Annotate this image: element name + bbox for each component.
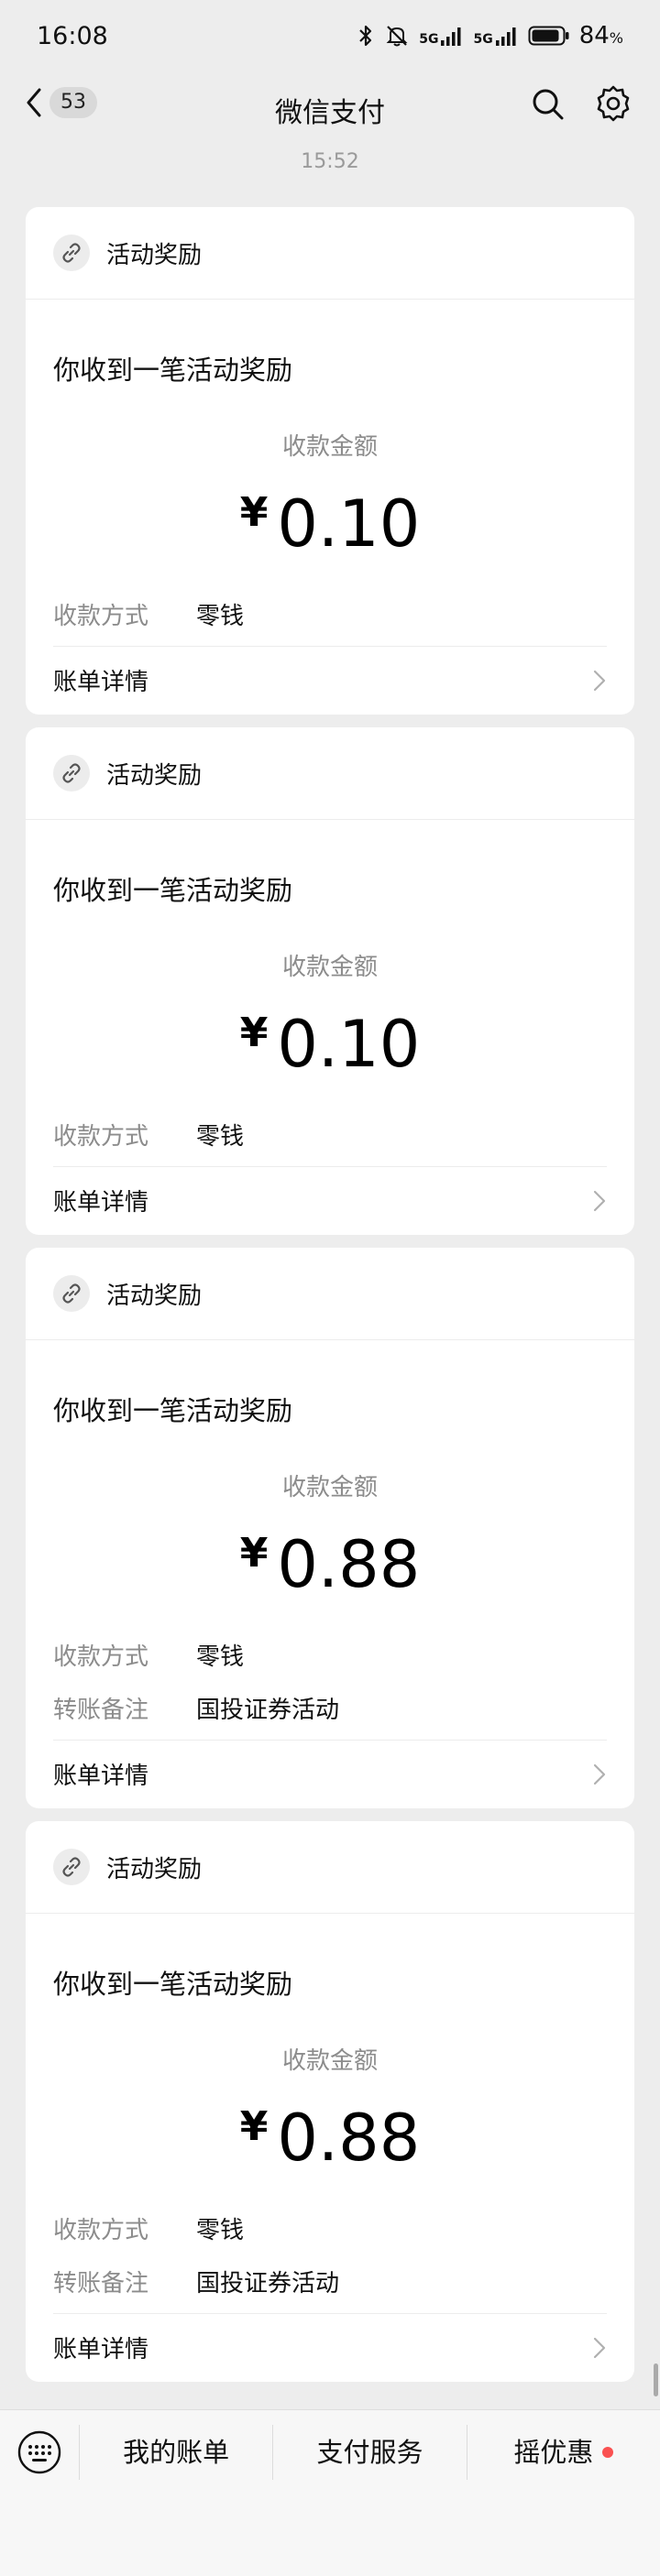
network-type-1: 5G: [419, 32, 439, 47]
amount: ¥0.10: [26, 486, 634, 562]
battery-unit: %: [609, 29, 623, 47]
payment-method-label: 收款方式: [53, 2217, 149, 2244]
link-icon: [53, 235, 90, 271]
nav-bar: 53 微信支付: [0, 71, 660, 136]
signal-2-icon: 5G: [473, 26, 518, 46]
menu-my-bills[interactable]: 我的账单: [79, 2424, 272, 2480]
battery-icon: [528, 26, 569, 46]
bill-details-label: 账单详情: [53, 669, 149, 696]
amount-label: 收款金额: [281, 2047, 378, 2075]
amount-value: 0.10: [277, 486, 421, 562]
link-icon: [53, 1849, 90, 1885]
menu-shake-deals-label: 摇优惠: [513, 2436, 594, 2468]
notification-dot: [602, 2446, 614, 2458]
link-icon: [53, 755, 90, 791]
menu-payment-services[interactable]: 支付服务: [272, 2424, 466, 2480]
payment-method-row: 收款方式 零钱: [53, 2211, 244, 2245]
currency-symbol: ¥: [239, 489, 269, 536]
settings-button[interactable]: [594, 84, 632, 126]
scrollbar-thumb[interactable]: [654, 2363, 658, 2396]
card-header: 活动奖励: [26, 1248, 634, 1340]
bill-details-label: 账单详情: [53, 2336, 149, 2363]
payment-method-row: 收款方式 零钱: [53, 597, 244, 631]
status-time: 16:08: [37, 21, 108, 50]
network-type-2: 5G: [473, 32, 493, 47]
transfer-note-row: 转账备注 国投证券活动: [53, 1691, 339, 1725]
currency-symbol: ¥: [239, 1530, 269, 1577]
bottom-menu-bar: 我的账单 支付服务 摇优惠: [0, 2409, 660, 2494]
card-header-title: 活动奖励: [106, 1855, 203, 1883]
payment-method-label: 收款方式: [53, 603, 149, 630]
transfer-note-value: 国投证券活动: [196, 2270, 340, 2298]
menu-payment-services-label: 支付服务: [316, 2436, 424, 2468]
card-message: 你收到一笔活动奖励: [53, 1395, 293, 1426]
card-message: 你收到一笔活动奖励: [53, 1969, 293, 2000]
bill-details-link[interactable]: 账单详情: [53, 2313, 607, 2381]
search-button[interactable]: [530, 86, 566, 126]
payment-method-label: 收款方式: [53, 1123, 149, 1151]
status-bar: 16:08 5G 5G 84%: [0, 0, 660, 71]
status-icons: 5G 5G 84%: [357, 22, 623, 49]
amount-value: 0.10: [277, 1007, 421, 1082]
card-message: 你收到一笔活动奖励: [53, 355, 293, 386]
amount-value: 0.88: [277, 1527, 421, 1602]
keyboard-toggle-button[interactable]: [0, 2429, 79, 2475]
reward-card[interactable]: 活动奖励 你收到一笔活动奖励 收款金额 ¥0.10 收款方式 零钱 账单详情: [26, 727, 634, 1235]
wechat-pay-chat-page: 16:08 5G 5G 84% 53 微信支付 15:52 活动奖励 你收到一笔…: [0, 0, 660, 2576]
card-header-title: 活动奖励: [106, 241, 203, 269]
message-timestamp: 15:52: [301, 150, 359, 173]
amount: ¥0.88: [26, 2101, 634, 2176]
payment-method-value: 零钱: [196, 1643, 245, 1671]
payment-method-row: 收款方式 零钱: [53, 1638, 244, 1672]
transfer-note-value: 国投证券活动: [196, 1697, 340, 1724]
battery-value: 84: [578, 22, 610, 49]
payment-method-label: 收款方式: [53, 1643, 149, 1671]
bottom-safe-area: [0, 2494, 660, 2576]
payment-method-value: 零钱: [196, 1123, 245, 1151]
reward-card[interactable]: 活动奖励 你收到一笔活动奖励 收款金额 ¥0.88 收款方式 零钱 转账备注 国…: [26, 1248, 634, 1808]
reward-card[interactable]: 活动奖励 你收到一笔活动奖励 收款金额 ¥0.88 收款方式 零钱 转账备注 国…: [26, 1821, 634, 2382]
mute-bell-icon: [386, 26, 408, 47]
payment-method-row: 收款方式 零钱: [53, 1118, 244, 1152]
reward-card[interactable]: 活动奖励 你收到一笔活动奖励 收款金额 ¥0.10 收款方式 零钱 账单详情: [26, 207, 634, 715]
chevron-right-icon: [593, 1763, 606, 1785]
search-icon: [533, 89, 564, 120]
transfer-note-label: 转账备注: [53, 2270, 149, 2298]
amount-label: 收款金额: [281, 1474, 378, 1501]
card-header: 活动奖励: [26, 207, 634, 300]
currency-symbol: ¥: [239, 2103, 269, 2150]
battery-percent: 84%: [579, 22, 623, 49]
bill-details-label: 账单详情: [53, 1763, 149, 1790]
currency-symbol: ¥: [239, 1010, 269, 1056]
card-message: 你收到一笔活动奖励: [53, 875, 293, 906]
amount: ¥0.88: [26, 1527, 634, 1602]
payment-method-value: 零钱: [196, 2217, 245, 2244]
signal-1-icon: 5G: [419, 26, 464, 46]
amount-value: 0.88: [277, 2101, 421, 2176]
payment-method-value: 零钱: [196, 603, 245, 630]
gear-icon: [597, 85, 630, 122]
chevron-right-icon: [593, 2337, 606, 2358]
card-header: 活动奖励: [26, 1821, 634, 1914]
link-icon: [53, 1275, 90, 1312]
transfer-note-label: 转账备注: [53, 1697, 149, 1724]
amount-label: 收款金额: [281, 954, 378, 981]
bill-details-link[interactable]: 账单详情: [53, 646, 607, 714]
card-header-title: 活动奖励: [106, 1282, 203, 1310]
bill-details-link[interactable]: 账单详情: [53, 1740, 607, 1807]
menu-my-bills-label: 我的账单: [123, 2436, 230, 2468]
keyboard-icon: [17, 2430, 61, 2473]
amount-label: 收款金额: [281, 433, 378, 461]
bluetooth-icon: [359, 25, 372, 47]
amount: ¥0.10: [26, 1007, 634, 1082]
bill-details-link[interactable]: 账单详情: [53, 1166, 607, 1234]
transfer-note-row: 转账备注 国投证券活动: [53, 2265, 339, 2298]
bill-details-label: 账单详情: [53, 1189, 149, 1217]
menu-shake-deals[interactable]: 摇优惠: [466, 2424, 660, 2480]
card-header-title: 活动奖励: [106, 761, 203, 790]
chevron-right-icon: [593, 670, 606, 691]
card-header: 活动奖励: [26, 727, 634, 820]
chevron-right-icon: [593, 1190, 606, 1211]
